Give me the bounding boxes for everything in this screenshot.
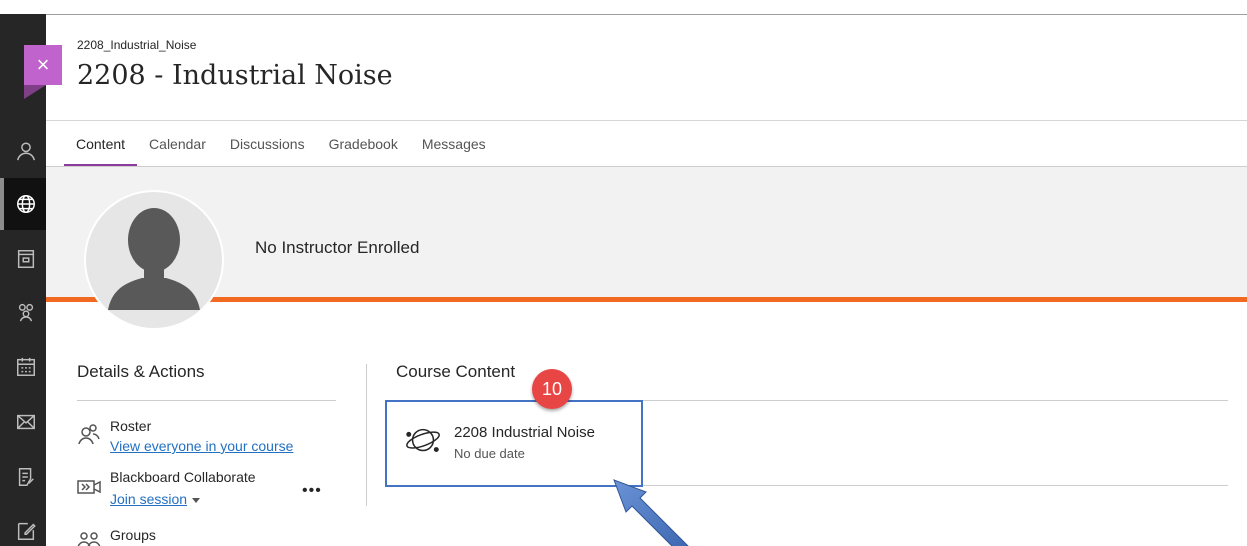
banner-accent-line <box>46 297 1247 302</box>
roster-link[interactable]: View everyone in your course <box>110 438 293 454</box>
details-title: Details & Actions <box>77 362 205 381</box>
top-border <box>46 14 1247 15</box>
tab-messages[interactable]: Messages <box>410 121 498 167</box>
rail-active-indicator <box>0 178 4 230</box>
video-icon <box>77 475 101 499</box>
groups-label[interactable]: Groups <box>110 527 156 543</box>
course-id: 2208_Industrial_Noise <box>77 38 197 52</box>
people-icon[interactable] <box>14 300 38 324</box>
calendar-icon[interactable] <box>14 355 38 379</box>
tab-calendar[interactable]: Calendar <box>137 121 218 167</box>
tab-gradebook[interactable]: Gradebook <box>317 121 410 167</box>
column-divider <box>366 364 367 506</box>
silhouette-icon <box>108 208 200 310</box>
course-content-title: Course Content <box>396 362 516 381</box>
user-icon[interactable] <box>14 139 38 163</box>
annotation-badge: 10 <box>532 369 572 409</box>
grades-icon[interactable] <box>14 465 38 489</box>
close-button[interactable]: × <box>24 45 62 85</box>
course-tabs: Content Calendar Discussions Gradebook M… <box>64 121 498 168</box>
globe-icon[interactable] <box>14 192 38 216</box>
groups-icon <box>77 529 101 546</box>
roster-icon <box>77 422 101 446</box>
chevron-down-icon <box>192 497 201 503</box>
join-session-link[interactable]: Join session <box>110 491 201 507</box>
instructor-banner <box>46 167 1247 299</box>
details-divider <box>77 400 336 401</box>
more-options-button[interactable]: ••• <box>302 482 322 500</box>
collaborate-label: Blackboard Collaborate <box>110 469 256 485</box>
instructor-name: No Instructor Enrolled <box>255 238 420 257</box>
close-button-tail <box>24 85 46 99</box>
join-session-text: Join session <box>110 491 188 507</box>
annotation-arrow-icon <box>613 479 689 546</box>
edit-icon[interactable] <box>14 519 38 543</box>
tab-content[interactable]: Content <box>64 121 138 168</box>
courses-icon[interactable] <box>14 247 38 271</box>
mail-icon[interactable] <box>14 410 38 434</box>
tab-discussions[interactable]: Discussions <box>218 121 317 167</box>
page-title: 2208 - Industrial Noise <box>77 60 393 91</box>
roster-label: Roster <box>110 418 152 434</box>
close-icon: × <box>36 52 50 77</box>
avatar <box>84 190 224 330</box>
